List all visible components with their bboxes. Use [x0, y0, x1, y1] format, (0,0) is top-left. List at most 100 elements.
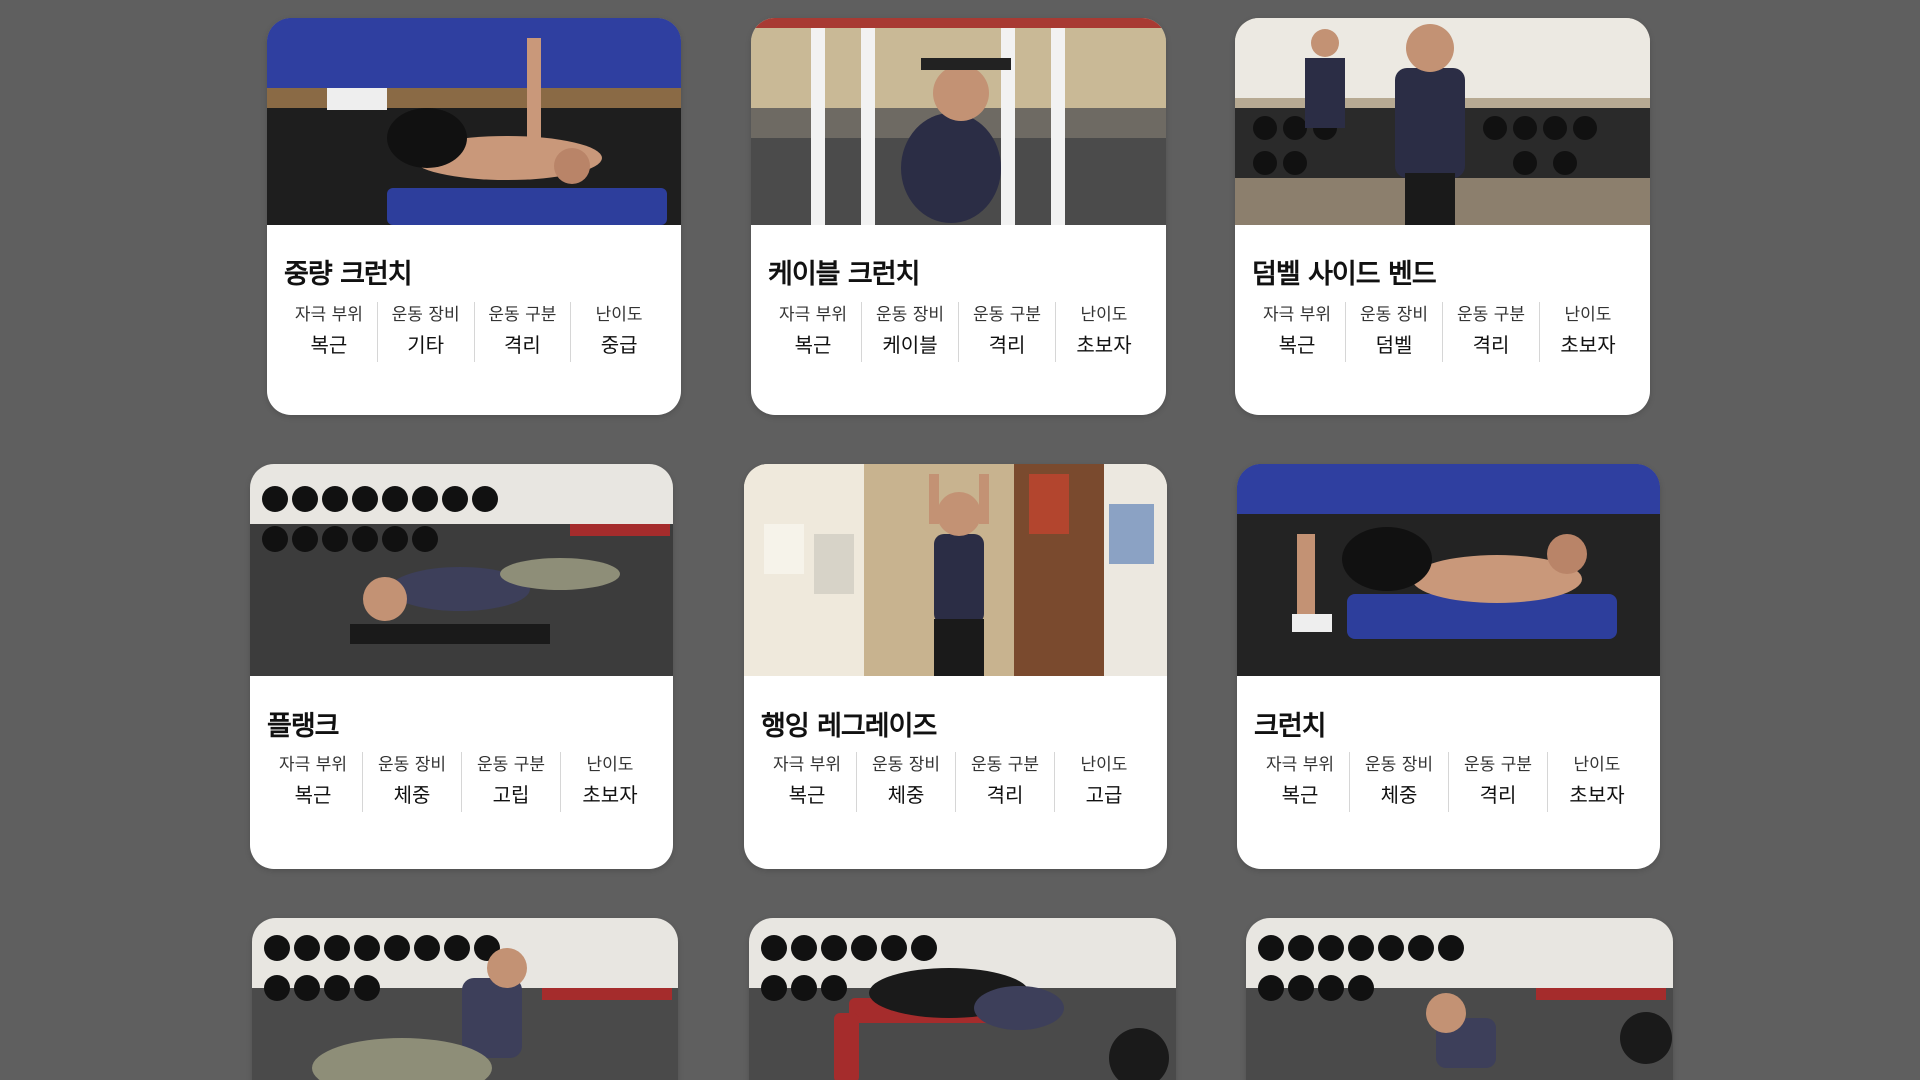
- exercise-card[interactable]: [1246, 918, 1673, 1080]
- stat-target: 자극 부위 복근: [765, 302, 862, 362]
- stat-value: 중급: [600, 333, 638, 357]
- stat-value: 복근: [310, 333, 348, 357]
- stat-label: 자극 부위: [773, 755, 841, 775]
- stat-difficulty: 난이도 초보자: [1548, 752, 1646, 812]
- stat-label: 운동 구분: [971, 755, 1039, 775]
- stat-difficulty: 난이도 초보자: [1056, 302, 1152, 362]
- stat-label: 난이도: [1573, 755, 1621, 775]
- stat-value: 복근: [788, 783, 826, 807]
- stat-value: 격리: [988, 333, 1026, 357]
- exercise-photo: [744, 464, 1167, 676]
- stat-difficulty: 난이도 중급: [571, 302, 667, 362]
- stat-difficulty: 난이도 고급: [1055, 752, 1153, 812]
- stat-target: 자극 부위 복근: [758, 752, 857, 812]
- exercise-name: 플랭크: [267, 711, 340, 742]
- exercise-card[interactable]: [749, 918, 1176, 1080]
- exercise-card[interactable]: 중량 크런치 자극 부위 복근 운동 장비 기타 운동 구분 격리 난이도 중급: [267, 18, 681, 415]
- stat-equipment: 운동 장비 체중: [857, 752, 956, 812]
- stat-label: 난이도: [595, 305, 643, 325]
- exercise-grid: 중량 크런치 자극 부위 복근 운동 장비 기타 운동 구분 격리 난이도 중급: [0, 0, 1920, 1080]
- stat-label: 자극 부위: [279, 755, 347, 775]
- stat-label: 자극 부위: [779, 305, 847, 325]
- exercise-photo: [250, 464, 673, 676]
- stat-type: 운동 구분 격리: [956, 752, 1055, 812]
- stat-value: 기타: [407, 333, 445, 357]
- stat-type: 운동 구분 격리: [1443, 302, 1540, 362]
- stat-label: 난이도: [1080, 755, 1128, 775]
- stat-label: 운동 구분: [488, 305, 557, 325]
- stat-value: 고립: [492, 783, 530, 807]
- stat-label: 난이도: [1564, 305, 1612, 325]
- stat-label: 자극 부위: [1266, 755, 1334, 775]
- stat-value: 체중: [1380, 783, 1418, 807]
- stat-difficulty: 난이도 초보자: [561, 752, 659, 812]
- stat-type: 운동 구분 격리: [1449, 752, 1548, 812]
- stat-label: 운동 장비: [1365, 755, 1433, 775]
- stat-type: 운동 구분 격리: [475, 302, 572, 362]
- stat-value: 복근: [794, 333, 832, 357]
- stat-target: 자극 부위 복근: [264, 752, 363, 812]
- stat-value: 케이블: [882, 333, 938, 357]
- exercise-stats: 자극 부위 복근 운동 장비 체중 운동 구분 격리 난이도 초보자: [1251, 752, 1646, 812]
- stat-value: 초보자: [582, 783, 638, 807]
- stat-label: 난이도: [1080, 305, 1128, 325]
- stat-value: 복근: [294, 783, 332, 807]
- stat-value: 격리: [503, 333, 541, 357]
- stat-label: 난이도: [586, 755, 634, 775]
- stat-value: 초보자: [1560, 333, 1616, 357]
- exercise-stats: 자극 부위 복근 운동 장비 기타 운동 구분 격리 난이도 중급: [281, 302, 667, 362]
- stat-label: 운동 장비: [872, 755, 940, 775]
- stat-difficulty: 난이도 초보자: [1540, 302, 1636, 362]
- exercise-name: 크런치: [1254, 711, 1327, 742]
- exercise-name: 행잉 레그레이즈: [761, 711, 937, 742]
- stat-label: 운동 장비: [378, 755, 446, 775]
- stat-label: 자극 부위: [1263, 305, 1331, 325]
- exercise-stats: 자극 부위 복근 운동 장비 케이블 운동 구분 격리 난이도 초보자: [765, 302, 1152, 362]
- stat-label: 운동 구분: [1457, 305, 1525, 325]
- exercise-name: 중량 크런치: [284, 259, 413, 290]
- stat-target: 자극 부위 복근: [281, 302, 378, 362]
- stat-value: 격리: [1479, 783, 1517, 807]
- exercise-card[interactable]: [252, 918, 678, 1080]
- stat-target: 자극 부위 복근: [1251, 752, 1350, 812]
- stat-equipment: 운동 장비 기타: [378, 302, 475, 362]
- stat-label: 운동 구분: [1464, 755, 1532, 775]
- stat-equipment: 운동 장비 체중: [1350, 752, 1449, 812]
- stat-value: 고급: [1085, 783, 1123, 807]
- stat-label: 운동 장비: [391, 305, 460, 325]
- exercise-stats: 자극 부위 복근 운동 장비 체중 운동 구분 고립 난이도 초보자: [264, 752, 659, 812]
- exercise-stats: 자극 부위 복근 운동 장비 덤벨 운동 구분 격리 난이도 초보자: [1249, 302, 1636, 362]
- exercise-card[interactable]: 덤벨 사이드 벤드 자극 부위 복근 운동 장비 덤벨 운동 구분 격리 난이도…: [1235, 18, 1650, 415]
- stat-label: 자극 부위: [294, 305, 363, 325]
- stat-label: 운동 구분: [477, 755, 545, 775]
- exercise-stats: 자극 부위 복근 운동 장비 체중 운동 구분 격리 난이도 고급: [758, 752, 1153, 812]
- exercise-photo: [267, 18, 681, 225]
- exercise-photo: [1246, 918, 1673, 1080]
- exercise-photo: [252, 918, 678, 1080]
- exercise-photo: [751, 18, 1166, 225]
- exercise-card[interactable]: 플랭크 자극 부위 복근 운동 장비 체중 운동 구분 고립 난이도 초보자: [250, 464, 673, 869]
- stat-label: 운동 구분: [973, 305, 1041, 325]
- exercise-card[interactable]: 크런치 자극 부위 복근 운동 장비 체중 운동 구분 격리 난이도 초보자: [1237, 464, 1660, 869]
- stat-equipment: 운동 장비 덤벨: [1346, 302, 1443, 362]
- stat-value: 격리: [1472, 333, 1510, 357]
- stat-type: 운동 구분 고립: [462, 752, 561, 812]
- stat-type: 운동 구분 격리: [959, 302, 1056, 362]
- stat-label: 운동 장비: [876, 305, 944, 325]
- stat-target: 자극 부위 복근: [1249, 302, 1346, 362]
- stat-value: 복근: [1278, 333, 1316, 357]
- exercise-name: 케이블 크런치: [768, 259, 920, 290]
- stat-value: 초보자: [1569, 783, 1625, 807]
- stat-value: 덤벨: [1375, 333, 1413, 357]
- stat-value: 체중: [393, 783, 431, 807]
- stat-value: 격리: [986, 783, 1024, 807]
- exercise-name: 덤벨 사이드 벤드: [1252, 259, 1437, 290]
- stat-value: 복근: [1281, 783, 1319, 807]
- stat-equipment: 운동 장비 케이블: [862, 302, 959, 362]
- stat-equipment: 운동 장비 체중: [363, 752, 462, 812]
- stat-label: 운동 장비: [1360, 305, 1428, 325]
- stat-value: 초보자: [1076, 333, 1132, 357]
- exercise-card[interactable]: 케이블 크런치 자극 부위 복근 운동 장비 케이블 운동 구분 격리 난이도 …: [751, 18, 1166, 415]
- exercise-card[interactable]: 행잉 레그레이즈 자극 부위 복근 운동 장비 체중 운동 구분 격리 난이도 …: [744, 464, 1167, 869]
- stat-value: 체중: [887, 783, 925, 807]
